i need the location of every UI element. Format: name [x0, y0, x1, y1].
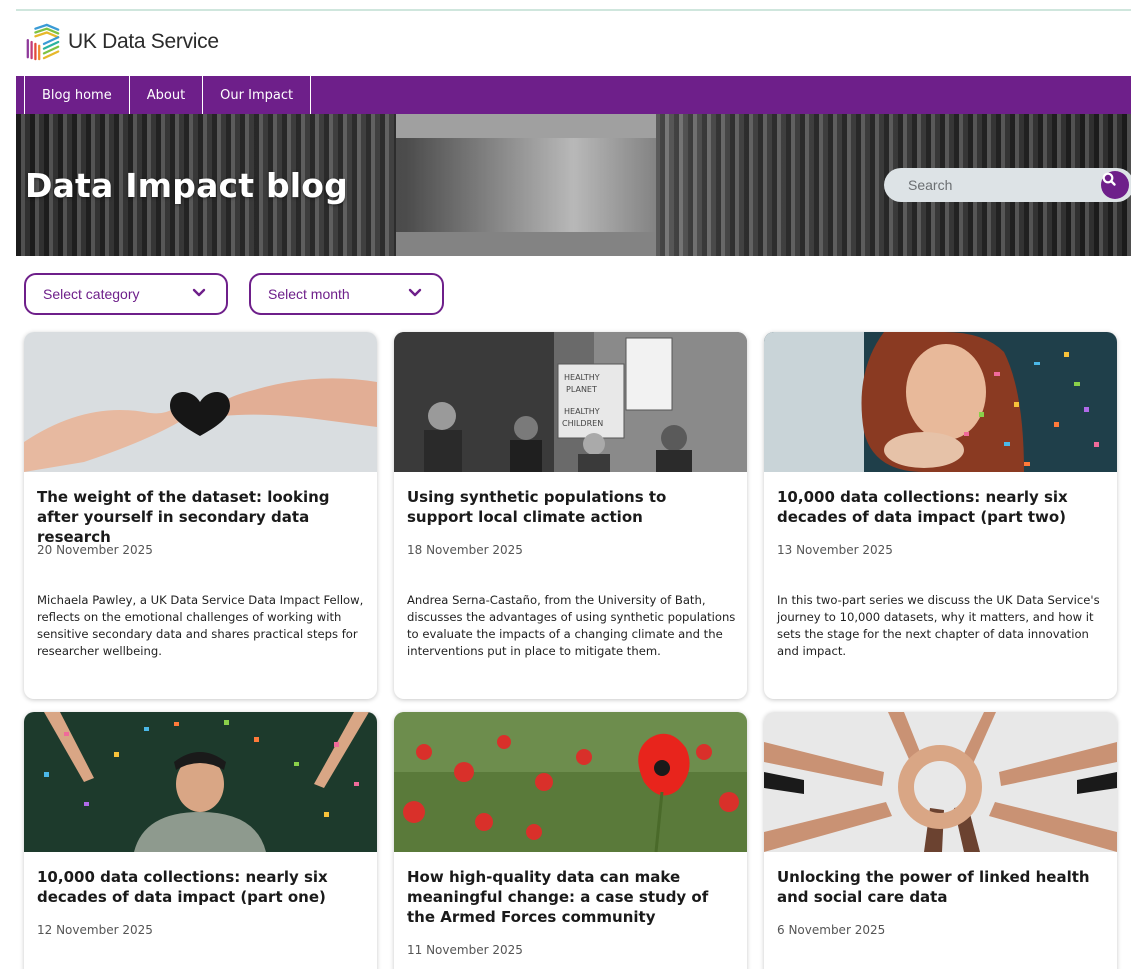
post-image-confetti-blow: [764, 332, 1117, 472]
page-title: Data Impact blog: [25, 166, 349, 205]
post-date: 20 November 2025: [37, 543, 153, 557]
search-box: [884, 168, 1131, 202]
logo-cube-icon: [26, 23, 60, 61]
chevron-down-icon: [192, 288, 206, 297]
category-select-label: Select category: [43, 286, 140, 302]
post-image-climate-protest: HEALTHY PLANET HEALTHY CHILDREN: [394, 332, 747, 472]
search-button[interactable]: [1101, 171, 1129, 199]
svg-text:CHILDREN: CHILDREN: [562, 419, 603, 428]
post-summary: In this two-part series we discuss the U…: [777, 593, 1100, 658]
post-title[interactable]: 10,000 data collections: nearly six deca…: [37, 867, 367, 907]
search-input[interactable]: [908, 175, 1088, 195]
category-select[interactable]: Select category: [24, 273, 228, 315]
post-image-confetti-celebration: [24, 712, 377, 852]
post-date: 13 November 2025: [777, 543, 893, 557]
post-date: 12 November 2025: [37, 923, 153, 937]
svg-text:HEALTHY: HEALTHY: [564, 407, 600, 416]
svg-text:PLANET: PLANET: [566, 385, 597, 394]
post-date: 11 November 2025: [407, 943, 523, 957]
month-select-label: Select month: [268, 286, 350, 302]
nav-our-impact[interactable]: Our Impact: [202, 76, 312, 114]
post-card[interactable]: 10,000 data collections: nearly six deca…: [24, 712, 377, 969]
post-image-poppies: [394, 712, 747, 852]
post-date: 18 November 2025: [407, 543, 523, 557]
post-card[interactable]: Unlocking the power of linked health and…: [764, 712, 1117, 969]
post-summary: Michaela Pawley, a UK Data Service Data …: [37, 593, 364, 658]
post-title[interactable]: 10,000 data collections: nearly six deca…: [777, 487, 1107, 527]
svg-text:HEALTHY: HEALTHY: [564, 373, 600, 382]
post-card[interactable]: 10,000 data collections: nearly six deca…: [764, 332, 1117, 699]
post-card[interactable]: The weight of the dataset: looking after…: [24, 332, 377, 699]
post-date: 6 November 2025: [777, 923, 886, 937]
site-logo[interactable]: UK Data Service: [24, 23, 219, 61]
main-nav: Blog home About Our Impact: [16, 76, 1131, 114]
post-image-hands-heart: [24, 332, 377, 472]
nav-blog-home[interactable]: Blog home: [24, 76, 129, 114]
post-card[interactable]: How high-quality data can make meaningfu…: [394, 712, 747, 969]
post-title[interactable]: The weight of the dataset: looking after…: [37, 487, 367, 547]
post-card[interactable]: HEALTHY PLANET HEALTHY CHILDREN Using sy…: [394, 332, 747, 699]
post-summary: Andrea Serna-Castaño, from the Universit…: [407, 593, 736, 658]
post-title[interactable]: Using synthetic populations to support l…: [407, 487, 737, 527]
hero-banner: Data Impact blog: [16, 114, 1131, 256]
logo-text: UK Data Service: [68, 30, 219, 53]
top-divider: [16, 9, 1131, 11]
post-title[interactable]: How high-quality data can make meaningfu…: [407, 867, 737, 927]
search-icon: [1102, 172, 1116, 186]
post-title[interactable]: Unlocking the power of linked health and…: [777, 867, 1107, 907]
month-select[interactable]: Select month: [249, 273, 444, 315]
nav-about[interactable]: About: [128, 76, 202, 114]
chevron-down-icon: [408, 288, 422, 297]
post-image-joined-fists: [764, 712, 1117, 852]
